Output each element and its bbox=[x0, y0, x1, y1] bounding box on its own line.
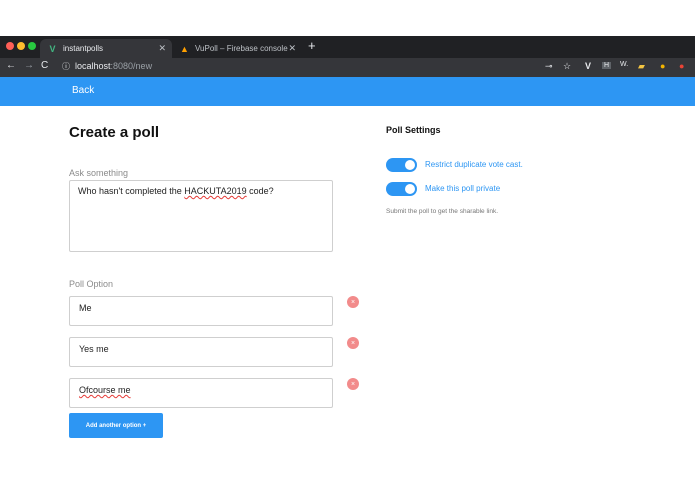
maximize-window-icon[interactable] bbox=[28, 42, 36, 50]
firebase-icon: ▲ bbox=[180, 43, 189, 54]
forward-arrow-icon[interactable]: → bbox=[24, 60, 34, 71]
page-title: Create a poll bbox=[69, 124, 160, 141]
question-input[interactable]: Who hasn't completed the HACKUTA2019 cod… bbox=[69, 180, 333, 252]
option-input-2[interactable]: Yes me bbox=[69, 337, 333, 367]
tab-title: instantpolls bbox=[63, 44, 104, 53]
v-icon[interactable]: V bbox=[585, 61, 591, 71]
tab-title: VuPoll – Firebase console bbox=[195, 44, 288, 53]
reload-icon[interactable]: C bbox=[41, 60, 48, 71]
private-poll-toggle[interactable] bbox=[386, 182, 417, 196]
address-bar: ← → C ⓘ localhost:8080/new ⊸ ☆ V H W. ▰ … bbox=[0, 58, 695, 77]
close-window-icon[interactable] bbox=[6, 42, 14, 50]
vue-icon: V bbox=[49, 43, 56, 54]
info-icon[interactable]: ⓘ bbox=[62, 61, 70, 72]
w-icon[interactable]: W. bbox=[620, 61, 628, 68]
remove-option-icon[interactable]: × bbox=[347, 296, 359, 308]
url-host: localhost bbox=[75, 61, 111, 71]
close-tab-icon[interactable]: ✕ bbox=[288, 43, 296, 54]
remove-option-icon[interactable]: × bbox=[347, 378, 359, 390]
add-option-button[interactable]: Add another option + bbox=[69, 413, 163, 438]
option-input-1[interactable]: Me bbox=[69, 296, 333, 326]
toggle-knob bbox=[405, 184, 415, 194]
remove-option-icon[interactable]: × bbox=[347, 337, 359, 349]
browser-tab-bar: V instantpolls ✕ ▲ VuPoll – Firebase con… bbox=[0, 36, 695, 58]
poll-option-label: Poll Option bbox=[69, 279, 114, 289]
question-text-end: code? bbox=[246, 186, 274, 196]
tab-instantpolls[interactable]: V instantpolls ✕ bbox=[40, 39, 172, 58]
url-path: :8080/new bbox=[110, 61, 153, 71]
toggle-knob bbox=[405, 160, 415, 170]
h-icon[interactable]: H bbox=[602, 62, 612, 69]
app-header bbox=[0, 77, 695, 106]
new-tab-icon[interactable]: + bbox=[308, 38, 316, 53]
question-highlight: HACKUTA2019 bbox=[184, 186, 247, 196]
tab-firebase-console[interactable]: ▲ VuPoll – Firebase console ✕ bbox=[172, 39, 302, 58]
question-label: Ask something bbox=[69, 168, 129, 178]
star-icon[interactable]: ☆ bbox=[563, 61, 571, 72]
question-text: Who hasn't completed the bbox=[78, 186, 185, 196]
key-icon[interactable]: ⊸ bbox=[545, 61, 553, 72]
extension-icon[interactable]: ▰ bbox=[638, 61, 645, 72]
top-margin bbox=[0, 0, 695, 36]
url-field[interactable]: localhost:8080/new bbox=[75, 61, 152, 71]
restrict-duplicate-label[interactable]: Restrict duplicate vote cast. bbox=[425, 160, 523, 169]
private-poll-label[interactable]: Make this poll private bbox=[425, 184, 500, 193]
minimize-window-icon[interactable] bbox=[17, 42, 25, 50]
settings-title: Poll Settings bbox=[386, 125, 441, 135]
alert-icon[interactable]: ● bbox=[679, 61, 684, 71]
back-arrow-icon[interactable]: ← bbox=[6, 60, 16, 71]
restrict-duplicate-toggle[interactable] bbox=[386, 158, 417, 172]
share-hint: Submit the poll to get the sharable link… bbox=[386, 208, 499, 215]
option-text: Ofcourse me bbox=[79, 385, 131, 395]
avatar-icon[interactable]: ● bbox=[660, 61, 665, 71]
back-button[interactable]: Back bbox=[72, 85, 94, 96]
option-input-3[interactable]: Ofcourse me bbox=[69, 378, 333, 408]
close-tab-icon[interactable]: ✕ bbox=[158, 43, 166, 54]
